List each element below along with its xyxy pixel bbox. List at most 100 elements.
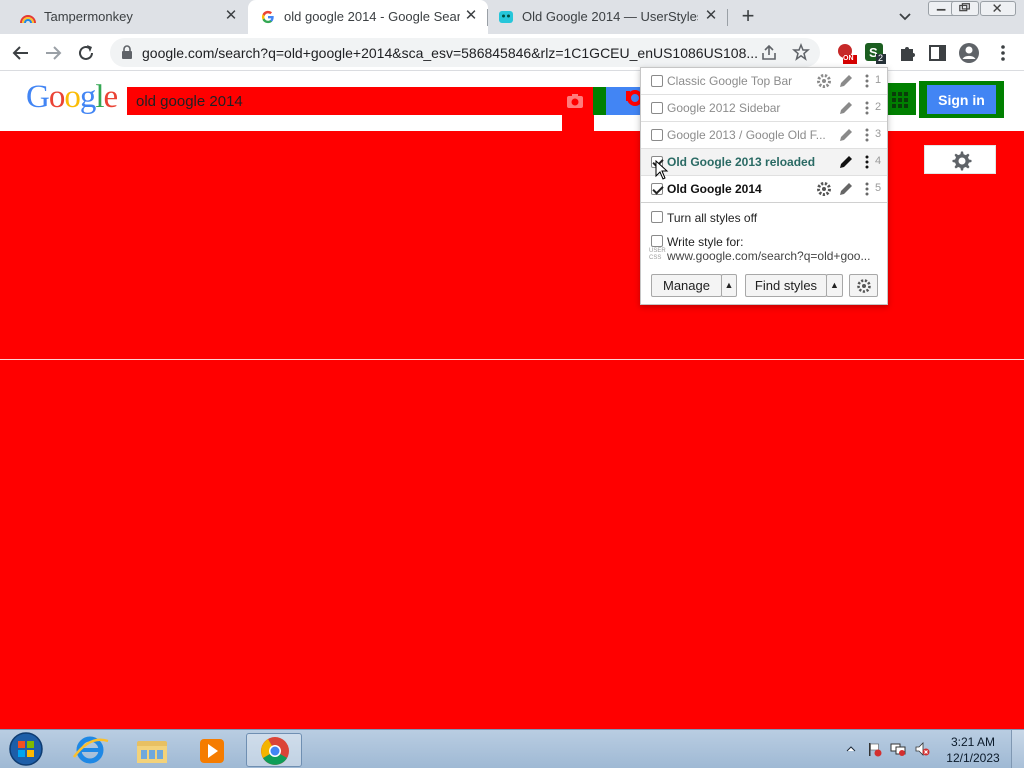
close-icon[interactable]: ✕ bbox=[222, 7, 240, 25]
show-hidden-icons-icon[interactable] bbox=[843, 741, 859, 757]
search-button-edge[interactable] bbox=[593, 87, 607, 115]
write-style-option[interactable]: USER CSS Write style for: www.google.com… bbox=[641, 232, 887, 268]
style-name[interactable]: Old Google 2014 bbox=[667, 182, 832, 196]
logo-letter: e bbox=[103, 79, 119, 115]
profile-avatar-icon[interactable] bbox=[958, 42, 980, 64]
share-icon[interactable] bbox=[760, 44, 778, 62]
taskbar-chrome[interactable] bbox=[246, 733, 302, 767]
close-icon[interactable]: ✕ bbox=[462, 7, 480, 25]
tab-google-search[interactable]: old google 2014 - Google Search ✕ bbox=[248, 0, 488, 34]
style-entry[interactable]: Old Google 2013 reloaded 4 bbox=[641, 149, 887, 180]
lock-icon[interactable] bbox=[120, 45, 134, 60]
settings-button[interactable] bbox=[924, 145, 996, 174]
taskbar-file-explorer[interactable] bbox=[124, 733, 180, 767]
search-box-tail bbox=[562, 115, 594, 131]
style-number: 4 bbox=[875, 155, 882, 167]
puzzle-extensions-icon[interactable] bbox=[896, 42, 918, 64]
find-styles-dropdown-arrow[interactable]: ▲ bbox=[826, 274, 843, 297]
pencil-icon[interactable] bbox=[838, 181, 854, 197]
stylus-badge: 2 bbox=[878, 53, 884, 63]
write-style-checkbox[interactable] bbox=[651, 235, 663, 247]
style-name[interactable]: Google 2012 Sidebar bbox=[667, 101, 832, 115]
style-entry[interactable]: Classic Google Top Bar 1 bbox=[641, 68, 887, 95]
close-window-button[interactable] bbox=[980, 1, 1016, 16]
stylus-extension-icon[interactable]: S 2 bbox=[864, 42, 886, 64]
pencil-icon[interactable] bbox=[838, 154, 854, 170]
tab-userstyles[interactable]: Old Google 2014 — UserStyles.world ✕ bbox=[488, 0, 728, 34]
chevron-down-icon[interactable] bbox=[896, 7, 914, 25]
reload-icon[interactable] bbox=[75, 42, 97, 64]
google-g-icon bbox=[261, 10, 274, 24]
bookmark-star-icon[interactable] bbox=[792, 43, 810, 61]
pencil-icon[interactable] bbox=[838, 73, 854, 89]
close-icon[interactable]: ✕ bbox=[702, 7, 720, 25]
find-styles-button[interactable]: Find styles bbox=[745, 274, 827, 297]
sign-in-wrapper: Sign in bbox=[919, 81, 1004, 118]
more-options-icon[interactable] bbox=[865, 181, 869, 197]
more-menu-icon[interactable] bbox=[992, 42, 1014, 64]
tab-title: Old Google 2014 — UserStyles.world bbox=[522, 9, 698, 24]
media-player-icon bbox=[200, 739, 224, 763]
sign-in-button[interactable]: Sign in bbox=[927, 85, 996, 114]
manage-button[interactable]: Manage bbox=[651, 274, 722, 297]
manage-dropdown-arrow[interactable]: ▲ bbox=[721, 274, 737, 297]
taskbar-internet-explorer[interactable] bbox=[62, 733, 118, 767]
gear-icon[interactable] bbox=[816, 181, 832, 197]
turn-all-off-checkbox[interactable] bbox=[651, 211, 663, 223]
style-entry[interactable]: Old Google 2014 5 bbox=[641, 176, 887, 203]
style-entry[interactable]: Google 2012 Sidebar 2 bbox=[641, 95, 887, 122]
clock-date: 12/1/2023 bbox=[946, 751, 1000, 765]
style-name[interactable]: Google 2013 / Google Old F... bbox=[667, 128, 832, 142]
divider-line bbox=[0, 359, 1024, 360]
address-bar[interactable]: google.com/search?q=old+google+2014&sca_… bbox=[110, 38, 820, 67]
style-checkbox[interactable] bbox=[651, 183, 663, 195]
tampermonkey-extension-icon[interactable]: ON bbox=[835, 42, 857, 64]
style-number: 3 bbox=[875, 128, 882, 140]
windows-taskbar: 3:21 AM 12/1/2023 bbox=[0, 729, 1024, 768]
search-input[interactable] bbox=[136, 91, 536, 111]
tab-divider bbox=[727, 9, 728, 26]
start-button[interactable] bbox=[6, 731, 46, 767]
show-desktop-button[interactable] bbox=[1011, 730, 1024, 768]
gear-icon[interactable] bbox=[816, 73, 832, 89]
pencil-icon[interactable] bbox=[838, 100, 854, 116]
back-icon[interactable] bbox=[10, 42, 32, 64]
clock-time: 3:21 AM bbox=[950, 735, 996, 749]
network-icon[interactable] bbox=[890, 741, 906, 757]
apps-grid-icon bbox=[892, 92, 908, 108]
google-logo[interactable]: Google bbox=[26, 79, 119, 116]
logo-letter: o bbox=[64, 79, 80, 115]
search-box[interactable] bbox=[127, 87, 593, 115]
more-options-icon[interactable] bbox=[865, 127, 869, 143]
url-text[interactable]: google.com/search?q=old+google+2014&sca_… bbox=[142, 45, 758, 61]
turn-all-off-option[interactable]: Turn all styles off bbox=[641, 208, 887, 228]
write-style-url[interactable]: www.google.com/search?q=old+goo... bbox=[667, 249, 877, 263]
stylus-popup: Classic Google Top Bar 1 Google 2012 Sid… bbox=[640, 67, 888, 305]
tab-tampermonkey[interactable]: Tampermonkey ✕ bbox=[0, 0, 248, 34]
more-options-icon[interactable] bbox=[865, 100, 869, 116]
internet-explorer-icon bbox=[72, 736, 109, 764]
more-options-icon[interactable] bbox=[865, 73, 869, 89]
restore-button[interactable] bbox=[951, 1, 979, 16]
options-button[interactable] bbox=[849, 274, 878, 297]
pencil-icon[interactable] bbox=[838, 127, 854, 143]
forward-icon[interactable] bbox=[42, 42, 64, 64]
volume-muted-icon[interactable] bbox=[914, 741, 930, 757]
turn-all-off-label[interactable]: Turn all styles off bbox=[667, 211, 757, 225]
style-name[interactable]: Classic Google Top Bar bbox=[667, 74, 832, 88]
chrome-icon bbox=[261, 737, 289, 765]
style-name[interactable]: Old Google 2013 reloaded bbox=[667, 155, 832, 169]
camera-icon[interactable] bbox=[566, 93, 584, 109]
style-checkbox[interactable] bbox=[651, 129, 663, 141]
new-tab-button[interactable]: + bbox=[736, 5, 760, 29]
side-panel-icon[interactable] bbox=[927, 42, 949, 64]
more-options-icon[interactable] bbox=[865, 154, 869, 170]
apps-grid-button[interactable] bbox=[884, 83, 916, 115]
taskbar-media-player[interactable] bbox=[184, 733, 240, 767]
system-clock[interactable]: 3:21 AM 12/1/2023 bbox=[945, 734, 1001, 766]
userstyles-icon bbox=[499, 11, 513, 23]
style-entry[interactable]: Google 2013 / Google Old F... 3 bbox=[641, 122, 887, 149]
style-checkbox[interactable] bbox=[651, 75, 663, 87]
action-center-flag-icon[interactable] bbox=[866, 741, 882, 757]
style-checkbox[interactable] bbox=[651, 102, 663, 114]
